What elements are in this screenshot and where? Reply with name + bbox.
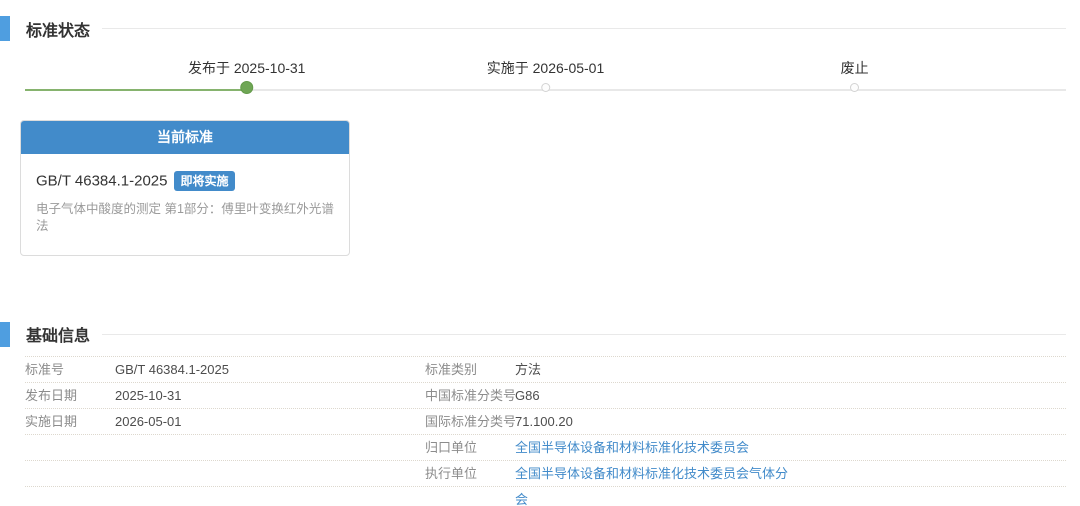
row-value: 全国半导体设备和材料标准化技术委员会 bbox=[515, 435, 1066, 460]
timeline-step-label: 实施于 2026-05-01 bbox=[487, 58, 605, 78]
row-value: GB/T 46384.1-2025 bbox=[115, 357, 425, 382]
timeline-dot-done-icon bbox=[240, 81, 253, 94]
section-divider-line bbox=[102, 334, 1066, 335]
section-marker-bar bbox=[0, 322, 10, 347]
timeline-step-published: 发布于 2025-10-31 bbox=[188, 58, 306, 94]
row-label: 中国标准分类号 bbox=[425, 383, 515, 408]
timeline-step-abolished: 废止 bbox=[841, 58, 869, 92]
row-value: 2026-05-01 bbox=[115, 409, 425, 434]
row-label: 实施日期 bbox=[25, 409, 115, 434]
row-label bbox=[25, 435, 115, 460]
row-label: 发布日期 bbox=[25, 383, 115, 408]
row-label: 执行单位 bbox=[425, 461, 515, 486]
row-value: 全国半导体设备和材料标准化技术委员会气体分 bbox=[515, 461, 1066, 486]
basic-info-table: 标准号 GB/T 46384.1-2025 标准类别 方法 发布日期 2025-… bbox=[25, 356, 1066, 506]
basic-info-section-header: 基础信息 bbox=[0, 306, 1080, 348]
row-label bbox=[425, 487, 515, 506]
status-badge: 即将实施 bbox=[174, 171, 234, 191]
committee-link[interactable]: 全国半导体设备和材料标准化技术委员会 bbox=[515, 440, 749, 455]
row-label bbox=[25, 487, 115, 506]
row-label: 标准号 bbox=[25, 357, 115, 382]
current-standard-card-body: GB/T 46384.1-2025 即将实施 电子气体中酸度的测定 第1部分：傅里… bbox=[21, 154, 349, 255]
table-row: 归口单位 全国半导体设备和材料标准化技术委员会 bbox=[25, 435, 1066, 461]
table-row: 发布日期 2025-10-31 中国标准分类号 G86 bbox=[25, 383, 1066, 409]
table-row: 标准号 GB/T 46384.1-2025 标准类别 方法 bbox=[25, 357, 1066, 383]
status-section-title: 标准状态 bbox=[26, 17, 90, 41]
row-label: 国际标准分类号 bbox=[425, 409, 515, 434]
timeline-step-label: 废止 bbox=[841, 58, 869, 78]
section-divider-line bbox=[102, 28, 1066, 29]
timeline-dot-pending-icon bbox=[850, 83, 859, 92]
row-label bbox=[25, 461, 115, 486]
table-row: 执行单位 全国半导体设备和材料标准化技术委员会气体分 bbox=[25, 461, 1066, 487]
row-value: 方法 bbox=[515, 357, 1066, 382]
row-value: G86 bbox=[515, 383, 1066, 408]
current-standard-card-header: 当前标准 bbox=[21, 121, 349, 154]
section-marker-bar bbox=[0, 16, 10, 41]
basic-info-section-title: 基础信息 bbox=[26, 322, 90, 346]
status-timeline: 发布于 2025-10-31 实施于 2026-05-01 废止 bbox=[25, 58, 1066, 102]
standard-number: GB/T 46384.1-2025 bbox=[36, 173, 167, 190]
table-row: 会 bbox=[25, 487, 1066, 506]
row-value bbox=[115, 435, 425, 460]
timeline-step-label: 发布于 2025-10-31 bbox=[188, 58, 306, 78]
timeline-dot-pending-icon bbox=[541, 83, 550, 92]
row-label: 归口单位 bbox=[425, 435, 515, 460]
table-row: 实施日期 2026-05-01 国际标准分类号 71.100.20 bbox=[25, 409, 1066, 435]
standard-title-text: 电子气体中酸度的测定 第1部分：傅里叶变换红外光谱法 bbox=[36, 201, 334, 235]
row-label: 标准类别 bbox=[425, 357, 515, 382]
row-value: 2025-10-31 bbox=[115, 383, 425, 408]
status-section-header: 标准状态 bbox=[0, 0, 1080, 42]
executing-unit-link-wrap[interactable]: 会 bbox=[515, 492, 528, 506]
row-value: 会 bbox=[515, 487, 1066, 506]
timeline-step-effective: 实施于 2026-05-01 bbox=[487, 58, 605, 92]
executing-unit-link[interactable]: 全国半导体设备和材料标准化技术委员会气体分 bbox=[515, 466, 788, 481]
row-value bbox=[115, 487, 425, 506]
current-standard-card: 当前标准 GB/T 46384.1-2025 即将实施 电子气体中酸度的测定 第1… bbox=[20, 120, 350, 256]
row-value: 71.100.20 bbox=[515, 409, 1066, 434]
row-value bbox=[115, 461, 425, 486]
